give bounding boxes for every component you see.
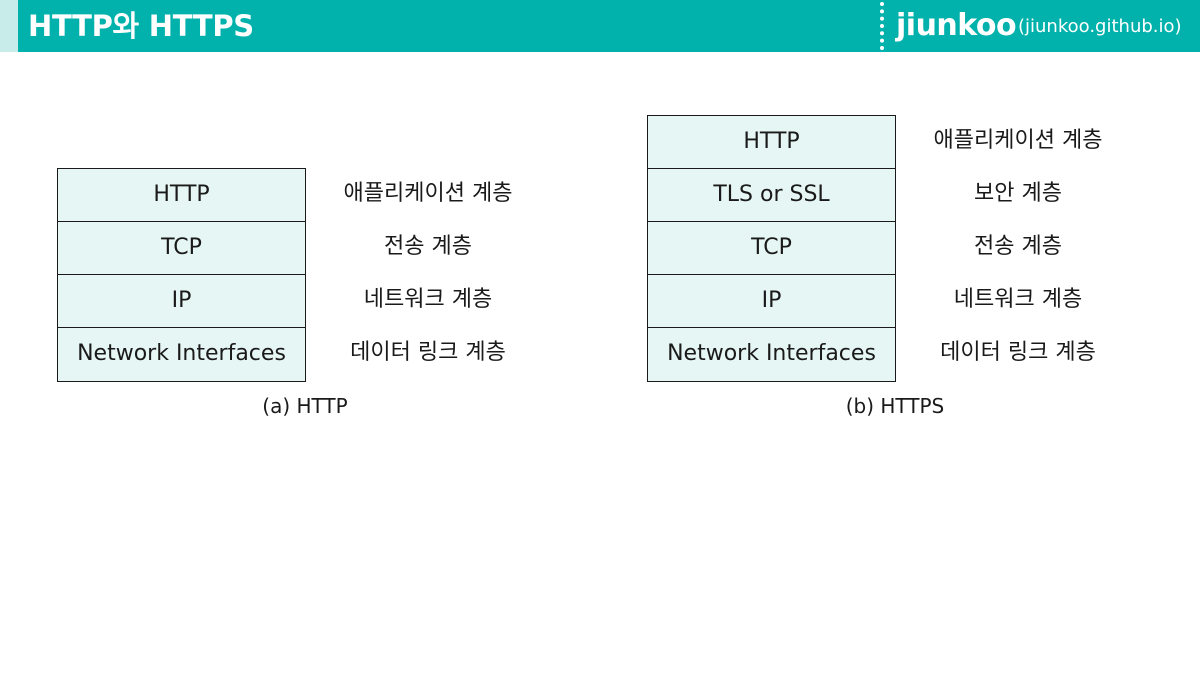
http-layer-network-interfaces: Network Interfaces: [77, 341, 286, 366]
brand-url: (jiunkoo.github.io): [1018, 16, 1182, 37]
http-layer-labels: 애플리케이션 계층 전송 계층 네트워크 계층 데이터 링크 계층: [303, 168, 553, 380]
http-caption: (a) HTTP: [262, 394, 348, 418]
https-layer-labels: 애플리케이션 계층 보안 계층 전송 계층 네트워크 계층 데이터 링크 계층: [893, 115, 1143, 380]
https-label-datalink: 데이터 링크 계층: [940, 340, 1096, 365]
page-title: HTTP와 HTTPS: [28, 9, 254, 43]
http-layer-http: HTTP: [58, 169, 305, 222]
http-label-network: 네트워크 계층: [363, 287, 493, 312]
https-layer-network-interfaces: Network Interfaces: [667, 341, 876, 366]
header-accent: [0, 0, 18, 52]
https-label-network: 네트워크 계층: [953, 287, 1083, 312]
https-layer-ip: IP: [648, 275, 895, 328]
https-caption: (b) HTTPS: [845, 394, 945, 418]
http-label-transport: 전송 계층: [384, 234, 472, 259]
header-bar: HTTP와 HTTPS jiunkoo (jiunkoo.github.io): [0, 0, 1200, 52]
http-layer-ip: IP: [58, 275, 305, 328]
https-layer-tls-ssl: TLS or SSL: [648, 169, 895, 222]
header-separator: [880, 2, 884, 50]
brand-name: jiunkoo: [896, 8, 1017, 43]
http-label-datalink: 데이터 링크 계층: [350, 340, 506, 365]
https-label-transport: 전송 계층: [974, 234, 1062, 259]
https-label-application: 애플리케이션 계층: [933, 128, 1103, 153]
http-protocol-stack: HTTP TCP IP Network Interfaces: [57, 168, 306, 382]
https-protocol-stack: HTTP TLS or SSL TCP IP Network Interface…: [647, 115, 896, 382]
http-label-application: 애플리케이션 계층: [343, 181, 513, 206]
https-label-security: 보안 계층: [974, 181, 1062, 206]
https-layer-http: HTTP: [648, 116, 895, 169]
https-layer-tcp: TCP: [648, 222, 895, 275]
http-layer-tcp: TCP: [58, 222, 305, 275]
